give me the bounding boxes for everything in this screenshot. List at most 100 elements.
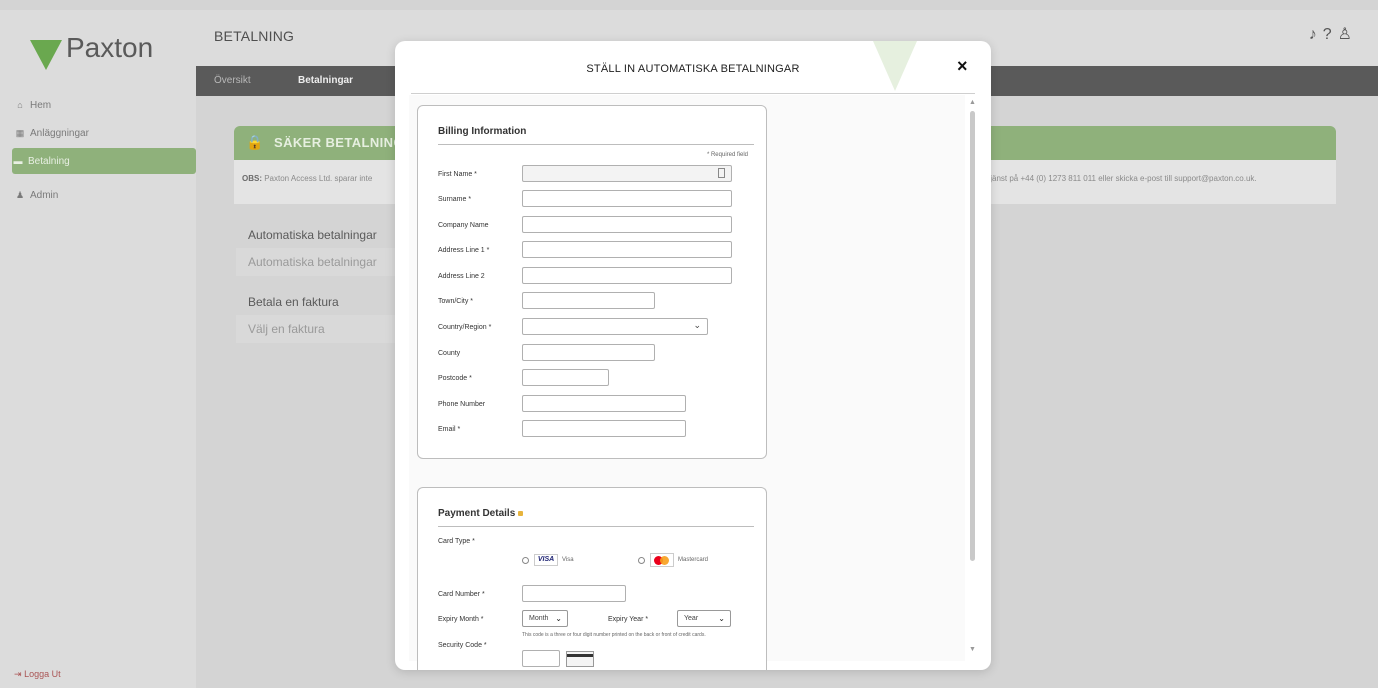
label-company: Company Name: [438, 222, 489, 229]
first-name-input[interactable]: [522, 165, 732, 182]
payment-divider: [438, 526, 754, 527]
sidebar-item-label: Admin: [30, 190, 59, 201]
card-back-cvv-icon: [566, 651, 594, 667]
section-item-invoice[interactable]: Välj en faktura: [236, 315, 396, 343]
lock-icon: 🔒: [246, 134, 264, 150]
expiry-year-select[interactable]: Year ⌄: [677, 610, 731, 627]
page-title: BETALNING: [214, 28, 295, 44]
label-address2: Address Line 2: [438, 273, 485, 280]
modal-divider: [411, 93, 975, 94]
payment-title: Payment Details: [438, 508, 524, 519]
billing-fieldset: Billing Information * Required field Fir…: [417, 105, 767, 459]
address-line2-input[interactable]: [522, 267, 732, 284]
label-address1: Address Line 1 *: [438, 247, 490, 254]
sidebar-item-admin[interactable]: ♟ Admin: [14, 182, 194, 208]
app-root: Paxton ⌂ Hem ▦ Anläggningar ▬ Betalning ♟ Ad…: [0, 0, 1378, 688]
expiry-month-select[interactable]: Month ⌄: [522, 610, 568, 627]
label-security-code: Security Code *: [438, 642, 487, 649]
county-input[interactable]: [522, 344, 655, 361]
chevron-down-icon: ⌄: [693, 320, 701, 330]
label-country: Country/Region *: [438, 324, 492, 331]
scroll-down-icon[interactable]: ▼: [969, 646, 976, 653]
label-expiry-month: Expiry Month *: [438, 616, 484, 623]
country-select[interactable]: ⌄: [522, 318, 708, 335]
visa-radio[interactable]: [522, 557, 529, 564]
phone-input[interactable]: [522, 395, 686, 412]
admin-icon: ♟: [15, 190, 25, 200]
user-icon[interactable]: ♙: [1338, 26, 1358, 43]
expiry-month-value: Month: [529, 615, 549, 622]
contact-text: tjänst på +44 (0) 1273 811 011 eller ski…: [988, 174, 1257, 183]
chevron-down-icon: ⌄: [555, 614, 562, 623]
note-bold: OBS:: [242, 174, 262, 183]
card-number-input[interactable]: [522, 585, 626, 602]
payment-form-frame: Billing Information * Required field Fir…: [409, 95, 965, 670]
address-line1-input[interactable]: [522, 241, 732, 258]
logout-icon: ⇥: [14, 669, 22, 679]
visa-logo-icon: VISA: [534, 554, 558, 566]
auto-payment-modal: STÄLL IN AUTOMATISKA BETALNINGAR × Billi…: [395, 41, 991, 670]
sidebar-item-label: Betalning: [28, 156, 70, 167]
company-input[interactable]: [522, 216, 732, 233]
logout-label: Logga Ut: [24, 669, 61, 679]
modal-header: STÄLL IN AUTOMATISKA BETALNINGAR ×: [395, 41, 991, 93]
building-icon: ▦: [15, 128, 25, 138]
lock-icon: [518, 510, 524, 516]
modal-scrollbar[interactable]: ▲ ▼: [967, 95, 979, 661]
sidebar-item-sites[interactable]: ▦ Anläggningar: [14, 120, 194, 146]
sidebar-item-label: Hem: [30, 100, 52, 111]
home-icon: ⌂: [17, 100, 23, 110]
secure-payment-title: SÄKER BETALNING: [274, 135, 404, 150]
section-heading-invoice: Betala en faktura: [248, 295, 339, 309]
billing-divider: [438, 144, 754, 145]
top-icons: ♪?♙: [1309, 24, 1358, 44]
section-item-auto[interactable]: Automatiska betalningar: [236, 248, 396, 276]
chevron-down-icon: ⌄: [718, 614, 725, 623]
payment-fieldset: Payment Details Card Type * VISA Visa Ma…: [417, 487, 767, 670]
label-phone: Phone Number: [438, 401, 486, 408]
label-card-type: Card Type *: [438, 538, 475, 545]
scroll-thumb[interactable]: [970, 111, 975, 561]
postcode-input[interactable]: [522, 369, 609, 386]
label-email: Email *: [438, 426, 461, 433]
section-heading-auto: Automatiska betalningar: [248, 228, 377, 242]
mastercard-logo-icon: [650, 553, 674, 567]
sidebar: Paxton ⌂ Hem ▦ Anläggningar ▬ Betalning ♟ Ad…: [0, 10, 196, 688]
expiry-year-value: Year: [684, 615, 699, 622]
security-code-hint: This code is a three or four digit numbe…: [522, 632, 706, 638]
email-input[interactable]: [522, 420, 686, 437]
town-input[interactable]: [522, 292, 655, 309]
label-expiry-year: Expiry Year *: [608, 616, 649, 623]
surname-input[interactable]: [522, 190, 732, 207]
tab-payments[interactable]: Betalningar: [298, 66, 353, 96]
mastercard-radio[interactable]: [638, 557, 645, 564]
mastercard-label: Mastercard: [678, 557, 709, 563]
security-code-input[interactable]: [522, 650, 560, 667]
sidebar-item-label: Anläggningar: [30, 128, 89, 139]
brand-name: Paxton: [66, 32, 154, 63]
label-postcode: Postcode *: [438, 375, 472, 382]
required-note: * Required field: [706, 152, 748, 158]
label-county: County: [438, 350, 461, 357]
visa-label: Visa: [562, 557, 574, 563]
bell-icon[interactable]: ♪: [1309, 26, 1323, 43]
logout-link[interactable]: ⇥ Logga Ut: [14, 669, 61, 680]
card-icon: ▬: [13, 156, 23, 166]
billing-title: Billing Information: [438, 126, 527, 137]
scroll-up-icon[interactable]: ▲: [969, 99, 976, 106]
label-surname: Surname *: [438, 196, 472, 203]
sidebar-item-home[interactable]: ⌂ Hem: [14, 92, 194, 118]
paxton-triangle-icon: [30, 40, 62, 70]
autofill-icon[interactable]: [718, 168, 725, 178]
label-first-name: First Name *: [438, 171, 477, 178]
note-text: Paxton Access Ltd. sparar inte: [262, 174, 373, 183]
label-town: Town/City *: [438, 298, 474, 305]
help-icon[interactable]: ?: [1323, 26, 1338, 43]
payment-title-text: Payment Details: [438, 508, 516, 519]
modal-title: STÄLL IN AUTOMATISKA BETALNINGAR: [586, 63, 800, 75]
secure-note: OBS: Paxton Access Ltd. sparar inte: [242, 174, 372, 183]
tab-overview[interactable]: Översikt: [214, 66, 251, 96]
label-card-number: Card Number *: [438, 591, 485, 598]
sidebar-item-payment[interactable]: ▬ Betalning: [12, 148, 196, 174]
close-button[interactable]: ×: [957, 57, 968, 75]
